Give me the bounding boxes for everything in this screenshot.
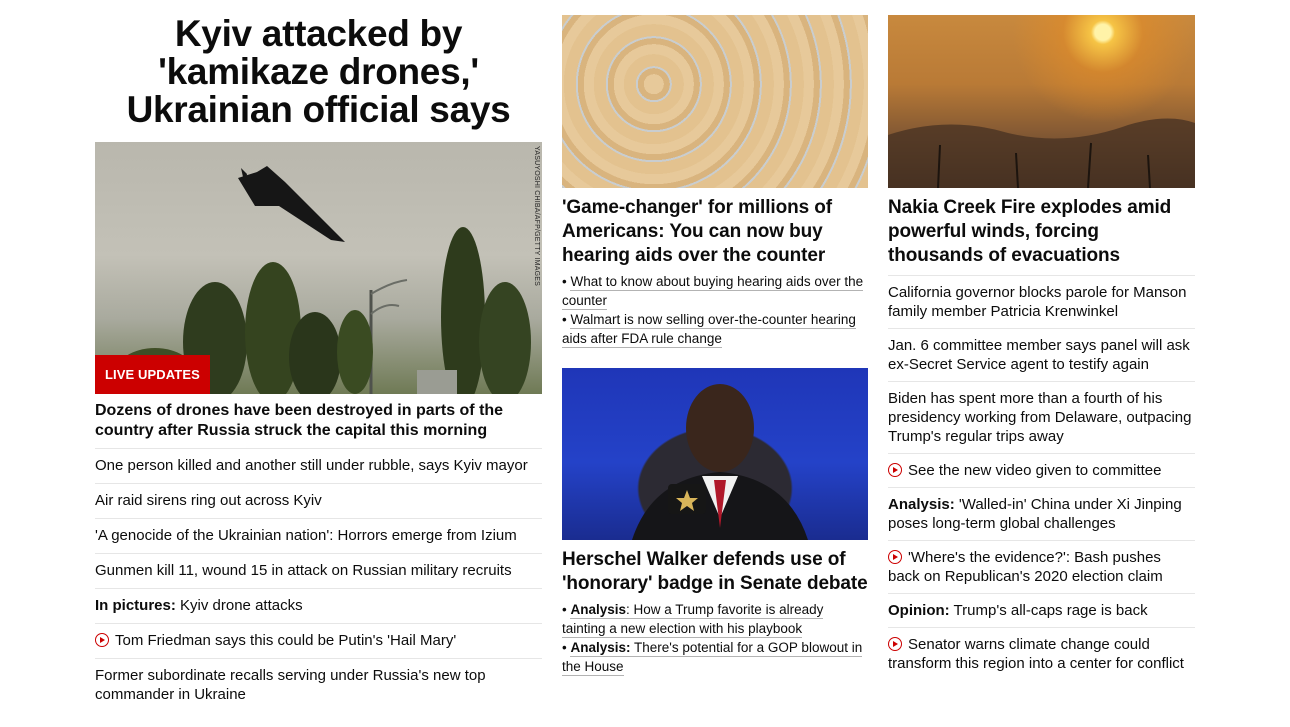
related-link[interactable]: • Walmart is now selling over-the-counte…	[562, 310, 868, 348]
hearing-aids-image[interactable]	[562, 15, 868, 188]
live-updates-badge[interactable]: LIVE UPDATES	[95, 355, 210, 394]
related-headline-item[interactable]: One person killed and another still unde…	[95, 449, 542, 484]
nakia-creek-fire-image[interactable]	[888, 15, 1195, 188]
walker-photo	[632, 384, 808, 540]
photo-credit: YASUYOSHI CHIBA/AFP/GETTY IMAGES	[533, 146, 540, 286]
headline-text: One person killed and another still unde…	[95, 457, 528, 474]
link-label: Analysis:	[570, 640, 631, 655]
herschel-walker-image[interactable]	[562, 368, 868, 540]
nakia-creek-fire-headline[interactable]: Nakia Creek Fire explodes amid powerful …	[888, 188, 1195, 268]
play-video-icon	[95, 633, 109, 647]
headline-text: Air raid sirens ring out across Kyiv	[95, 492, 322, 509]
related-headlines-list: One person killed and another still unde…	[95, 449, 542, 712]
headline-label: Opinion:	[888, 602, 950, 619]
headline-text: Jan. 6 committee member says panel will …	[888, 337, 1190, 373]
link-label: Analysis	[570, 602, 627, 617]
related-link[interactable]: • Analysis: There's potential for a GOP …	[562, 638, 868, 676]
right-headline-item[interactable]: See the new video given to committee	[888, 453, 1195, 487]
headline-text: Senator warns climate change could trans…	[888, 636, 1184, 672]
right-headline-item[interactable]: Senator warns climate change could trans…	[888, 627, 1195, 680]
link-text: Walmart is now selling over-the-counter …	[562, 312, 856, 346]
headline-text: Tom Friedman says this could be Putin's …	[115, 632, 457, 649]
headline-text: Biden has spent more than a fourth of hi…	[888, 390, 1192, 445]
related-headline-item[interactable]: Gunmen kill 11, wound 15 in attack on Ru…	[95, 554, 542, 589]
related-link-text: Walmart is now selling over-the-counter …	[562, 312, 856, 348]
headline-label: In pictures:	[95, 597, 176, 614]
related-link-text: What to know about buying hearing aids o…	[562, 274, 864, 310]
related-headline-item[interactable]: Air raid sirens ring out across Kyiv	[95, 484, 542, 519]
related-headline-item[interactable]: 'A genocide of the Ukrainian nation': Ho…	[95, 519, 542, 554]
right-headline-item[interactable]: California governor blocks parole for Ma…	[888, 275, 1195, 328]
headline-text: 'A genocide of the Ukrainian nation': Ho…	[95, 527, 517, 544]
right-column: Nakia Creek Fire explodes amid powerful …	[888, 0, 1195, 680]
right-headline-item[interactable]: Analysis: 'Walled-in' China under Xi Jin…	[888, 487, 1195, 540]
headline-text: Trump's all-caps rage is back	[949, 602, 1148, 619]
hearing-aids-related-links: • What to know about buying hearing aids…	[562, 268, 868, 348]
related-headline-item[interactable]: In pictures: Kyiv drone attacks	[95, 589, 542, 624]
headline-text: Kyiv drone attacks	[175, 597, 303, 614]
headline-text: 'Where's the evidence?': Bash pushes bac…	[888, 549, 1163, 585]
headline-text: See the new video given to committee	[908, 462, 1162, 479]
herschel-walker-headline[interactable]: Herschel Walker defends use of 'honorary…	[562, 540, 868, 596]
play-video-icon	[888, 550, 902, 564]
right-headline-item[interactable]: 'Where's the evidence?': Bash pushes bac…	[888, 540, 1195, 593]
headline-text: Former subordinate recalls serving under…	[95, 667, 486, 703]
right-headline-item[interactable]: Opinion: Trump's all-caps rage is back	[888, 593, 1195, 627]
play-video-icon	[888, 637, 902, 651]
hearing-aids-headline[interactable]: 'Game-changer' for millions of Americans…	[562, 188, 868, 268]
related-headline-item[interactable]: Tom Friedman says this could be Putin's …	[95, 624, 542, 659]
herschel-walker-related-links: • Analysis: How a Trump favorite is alre…	[562, 596, 868, 676]
fire-photo	[888, 118, 1195, 188]
headline-label: Analysis:	[888, 496, 955, 513]
play-video-icon	[888, 463, 902, 477]
right-headline-item[interactable]: Jan. 6 committee member says panel will …	[888, 328, 1195, 381]
lead-story-image[interactable]: YASUYOSHI CHIBA/AFP/GETTY IMAGES LIVE UP…	[95, 142, 542, 394]
banner-headline[interactable]: Kyiv attacked by 'kamikaze drones,' Ukra…	[95, 0, 542, 142]
related-link-text: Analysis: There's potential for a GOP bl…	[562, 640, 863, 676]
lead-story-title[interactable]: Dozens of drones have been destroyed in …	[95, 394, 542, 449]
related-link[interactable]: • What to know about buying hearing aids…	[562, 272, 868, 310]
middle-column: 'Game-changer' for millions of Americans…	[562, 0, 868, 676]
right-headline-item[interactable]: Biden has spent more than a fourth of hi…	[888, 381, 1195, 453]
link-text: What to know about buying hearing aids o…	[562, 274, 864, 308]
lead-story-column: Kyiv attacked by 'kamikaze drones,' Ukra…	[95, 0, 542, 712]
related-link[interactable]: • Analysis: How a Trump favorite is alre…	[562, 600, 868, 638]
headline-text: Gunmen kill 11, wound 15 in attack on Ru…	[95, 562, 512, 579]
related-headline-item[interactable]: Former subordinate recalls serving under…	[95, 659, 542, 712]
related-link-text: Analysis: How a Trump favorite is alread…	[562, 602, 824, 638]
headline-text: California governor blocks parole for Ma…	[888, 284, 1187, 320]
right-column-headlines-list: California governor blocks parole for Ma…	[888, 268, 1195, 680]
